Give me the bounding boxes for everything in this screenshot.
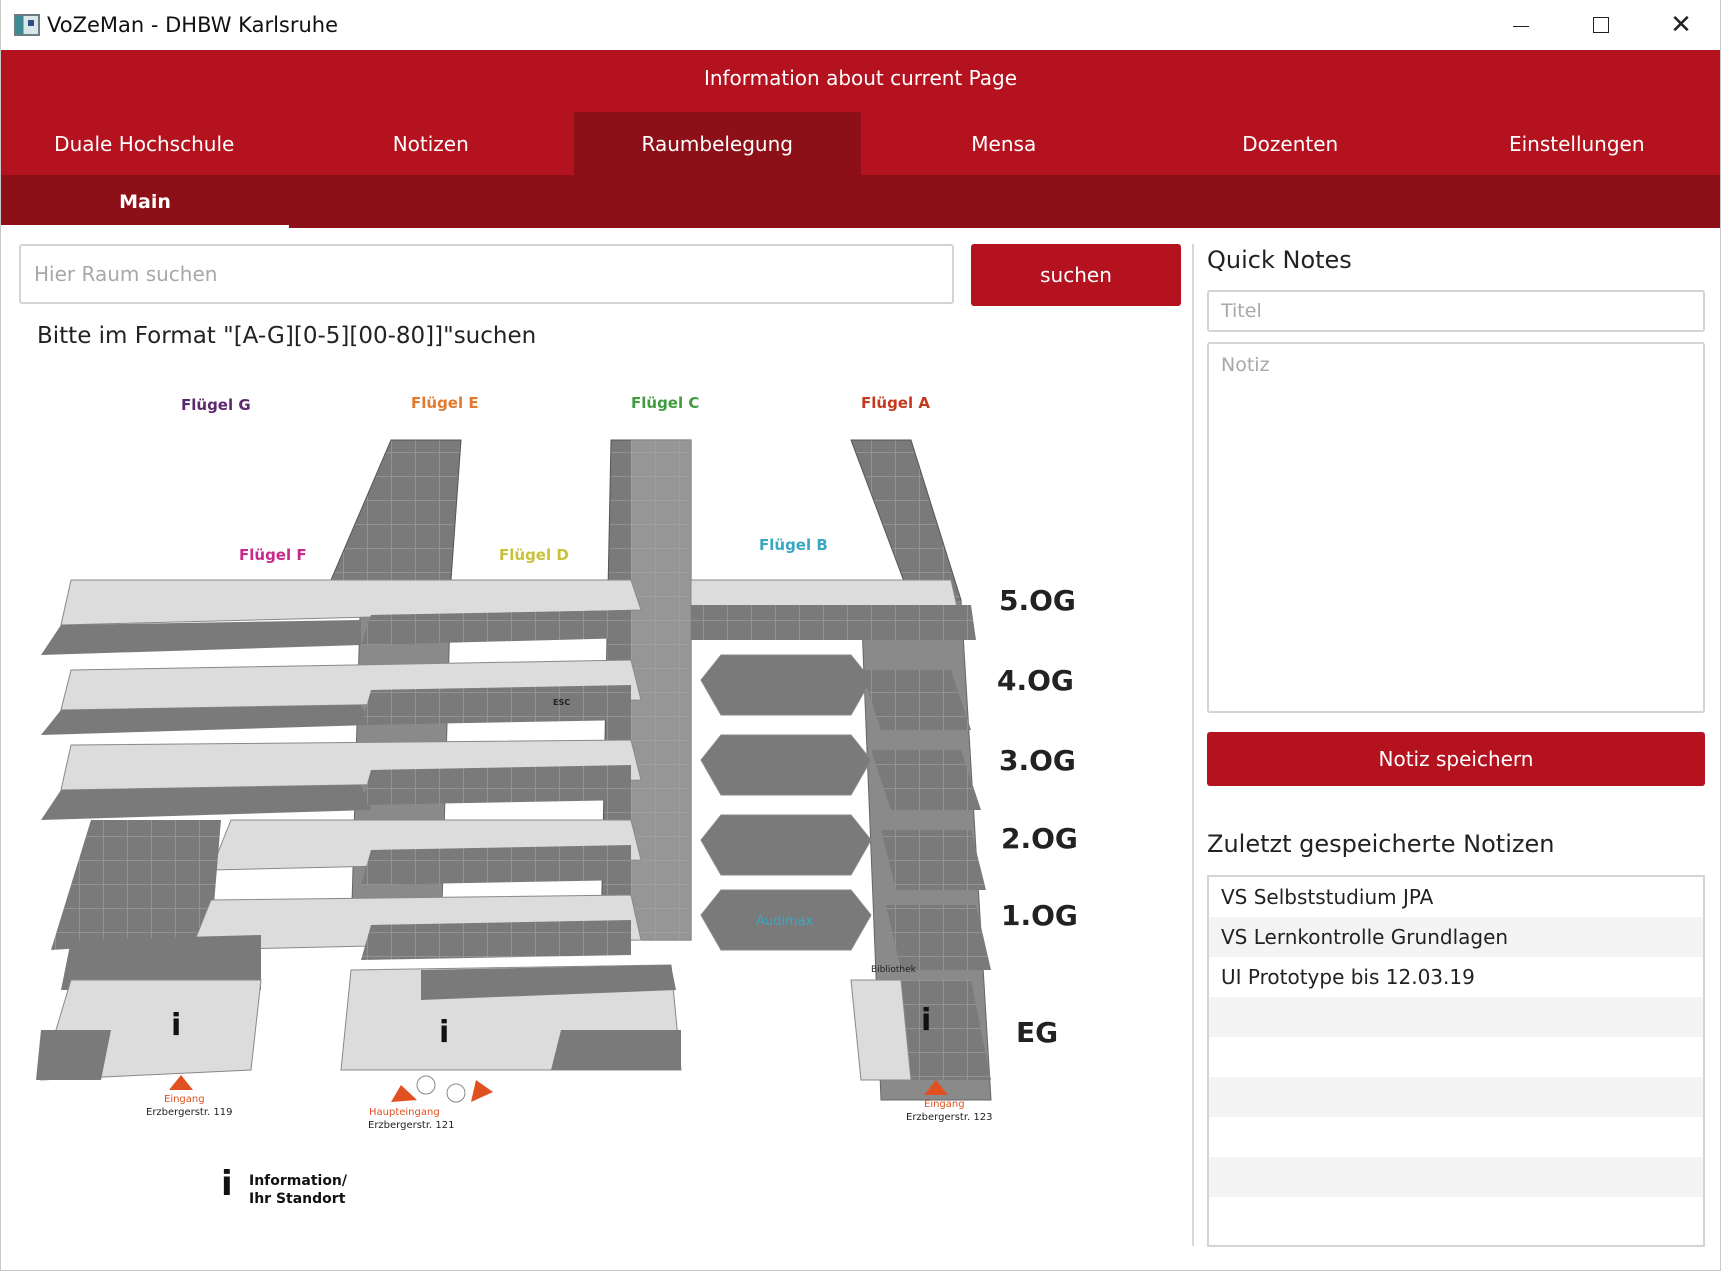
legend-line-1: Information/ xyxy=(249,1173,348,1189)
entrance-label: Eingang xyxy=(164,1094,205,1105)
entrance-address: Erzbergerstr. 119 xyxy=(146,1107,233,1118)
floor-slab-4og xyxy=(41,654,971,735)
list-item[interactable] xyxy=(1209,1077,1703,1117)
legend-info-icon: i xyxy=(221,1164,233,1204)
entrance-address: Erzbergerstr. 121 xyxy=(368,1120,455,1131)
list-item[interactable]: VS Lernkontrolle Grundlagen xyxy=(1209,917,1703,957)
close-icon: ✕ xyxy=(1670,10,1692,40)
list-item[interactable] xyxy=(1209,1117,1703,1157)
tab-einstellungen[interactable]: Einstellungen xyxy=(1434,112,1721,175)
entrance-arrow-icon xyxy=(169,1075,193,1090)
floor-label-4og: 4.OG xyxy=(997,664,1074,697)
search-format-hint: Bitte im Format "[A-G][0-5][00-80]]"such… xyxy=(37,323,537,349)
tab-mensa[interactable]: Mensa xyxy=(861,112,1148,175)
save-note-button[interactable]: Notiz speichern xyxy=(1207,732,1705,786)
entrance-label: Haupteingang xyxy=(369,1107,440,1118)
wing-label-c: Flügel C xyxy=(631,394,699,412)
title-bar: VoZeMan - DHBW Karlsruhe ✕ xyxy=(1,0,1720,50)
info-marker-icon: i xyxy=(439,1015,449,1050)
info-marker-icon: i xyxy=(921,1003,931,1038)
esc-label: ESC xyxy=(553,698,570,707)
wing-label-e: Flügel E xyxy=(411,394,479,412)
entrance-arrow-icon xyxy=(471,1080,493,1102)
room-search-input[interactable] xyxy=(19,244,954,304)
floor-label-eg: EG xyxy=(1016,1016,1058,1049)
info-marker-icon: i xyxy=(171,1008,181,1043)
door-icon xyxy=(446,1083,466,1103)
window-title: VoZeMan - DHBW Karlsruhe xyxy=(47,13,339,37)
floor-slab-3og xyxy=(41,734,981,820)
close-button[interactable]: ✕ xyxy=(1641,0,1721,50)
minimize-button[interactable] xyxy=(1481,0,1561,50)
maximize-button[interactable] xyxy=(1561,0,1641,50)
tab-raumbelegung[interactable]: Raumbelegung xyxy=(574,112,861,175)
library-label: Bibliothek xyxy=(871,965,917,975)
floor-label-5og: 5.OG xyxy=(999,584,1076,617)
floor-label-1og: 1.OG xyxy=(1001,899,1078,932)
recent-notes-list[interactable]: VS Selbststudium JPA VS Lernkontrolle Gr… xyxy=(1207,875,1705,1247)
subtab-main[interactable]: Main xyxy=(1,175,289,228)
tab-dozenten[interactable]: Dozenten xyxy=(1147,112,1434,175)
floor-label-2og: 2.OG xyxy=(1001,822,1078,855)
list-item[interactable] xyxy=(1209,1037,1703,1077)
tab-notizen[interactable]: Notizen xyxy=(288,112,575,175)
entrance-address: Erzbergerstr. 123 xyxy=(906,1112,993,1123)
page-info-text: Information about current Page xyxy=(703,66,1018,90)
note-title-input[interactable] xyxy=(1207,290,1705,332)
maximize-icon xyxy=(1593,17,1609,33)
tab-duale-hochschule[interactable]: Duale Hochschule xyxy=(1,112,288,175)
floor-slab-5og xyxy=(41,579,976,655)
search-button[interactable]: suchen xyxy=(971,244,1181,306)
subtab-active-indicator xyxy=(1,225,289,228)
recent-notes-title: Zuletzt gespeicherte Notizen xyxy=(1207,830,1555,858)
panel-divider xyxy=(1192,244,1194,1246)
wing-label-g: Flügel G xyxy=(181,396,251,414)
wing-label-d: Flügel D xyxy=(499,546,569,564)
app-logo-icon xyxy=(14,14,40,36)
list-item[interactable] xyxy=(1209,997,1703,1037)
app-header: Information about current Page Duale Hoc… xyxy=(1,50,1720,228)
wing-label-f: Flügel F xyxy=(239,546,307,564)
note-body-textarea[interactable] xyxy=(1207,342,1705,713)
list-item[interactable]: UI Prototype bis 12.03.19 xyxy=(1209,957,1703,997)
entrance-arrow-icon xyxy=(391,1085,417,1102)
list-item[interactable] xyxy=(1209,1157,1703,1197)
audimax-label: Audimax xyxy=(756,914,814,929)
list-item[interactable]: VS Selbststudium JPA xyxy=(1209,877,1703,917)
main-tabs: Duale Hochschule Notizen Raumbelegung Me… xyxy=(1,112,1720,175)
floor-label-3og: 3.OG xyxy=(999,744,1076,777)
legend-line-2: Ihr Standort xyxy=(249,1191,346,1207)
wing-label-b: Flügel B xyxy=(759,536,828,554)
app-window: VoZeMan - DHBW Karlsruhe ✕ Information a… xyxy=(0,0,1721,1271)
minimize-icon xyxy=(1513,25,1529,27)
list-item[interactable] xyxy=(1209,1197,1703,1237)
entrance-label: Eingang xyxy=(924,1099,965,1110)
quick-notes-title: Quick Notes xyxy=(1207,246,1352,274)
sub-tab-bar: Main xyxy=(1,175,1720,228)
wing-label-a: Flügel A xyxy=(861,394,930,412)
building-floor-map: Flügel G Flügel E Flügel C Flügel A Flüg… xyxy=(36,394,1078,1207)
door-icon xyxy=(416,1075,436,1095)
